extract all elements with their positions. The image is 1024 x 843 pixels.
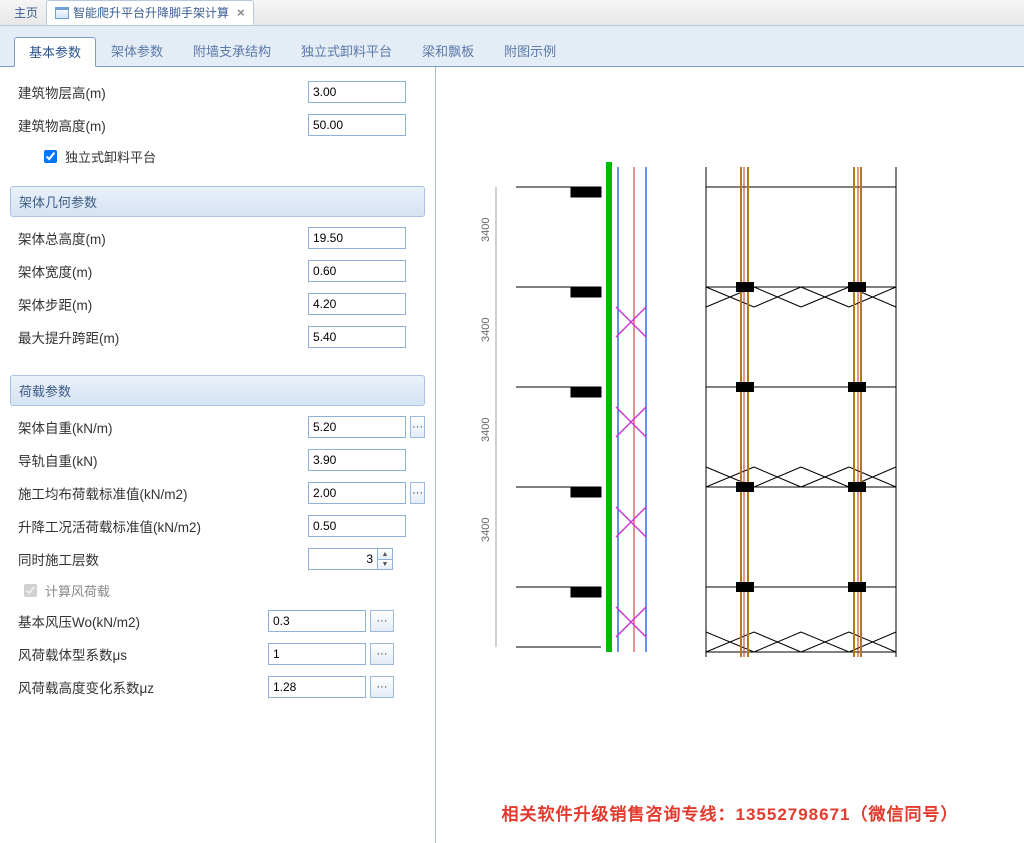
label-lift-live-load: 升降工况活荷载标准值(kN/m2) — [18, 516, 308, 536]
scaffold-diagram-icon: 3400 3400 3400 3400 — [456, 157, 916, 677]
input-lift-live-load[interactable] — [308, 515, 406, 537]
input-frame-self-weight[interactable] — [308, 416, 406, 438]
svg-text:3400: 3400 — [480, 518, 492, 542]
svg-text:3400: 3400 — [480, 318, 492, 342]
footer-note: 相关软件升级销售咨询专线：13552798671（微信同号） — [436, 800, 1024, 825]
label-calc-wind: 计算风荷载 — [45, 581, 110, 600]
label-basic-wind: 基本风压Wo(kN/m2) — [18, 611, 268, 631]
more-button-construct-load[interactable]: ··· — [410, 482, 425, 504]
tab-frame-params[interactable]: 架体参数 — [96, 36, 178, 66]
svg-text:3400: 3400 — [480, 218, 492, 242]
checkbox-calc-wind[interactable] — [24, 584, 37, 597]
tab-label: 智能爬升平台升降脚手架计算 — [73, 4, 229, 21]
more-button-height-coef[interactable]: ··· — [370, 676, 394, 698]
label-shape-coef: 风荷载体型系数μs — [18, 644, 268, 664]
window-icon — [55, 7, 69, 19]
group-load-header: 荷载参数 — [10, 375, 425, 406]
spinner-down-icon[interactable]: ▼ — [378, 559, 392, 569]
input-frame-step[interactable] — [308, 293, 406, 315]
more-button-frame-self-weight[interactable]: ··· — [410, 416, 425, 438]
label-frame-step: 架体步距(m) — [18, 294, 308, 314]
spinner-up-icon[interactable]: ▲ — [378, 549, 392, 559]
label-frame-width: 架体宽度(m) — [18, 261, 308, 281]
tab-indep-platform[interactable]: 独立式卸料平台 — [286, 36, 407, 66]
tab-active-document[interactable]: 智能爬升平台升降脚手架计算 × — [46, 0, 254, 25]
label-construct-load: 施工均布荷载标准值(kN/m2) — [18, 483, 308, 503]
svg-text:3400: 3400 — [480, 418, 492, 442]
label-building-floor-height: 建筑物层高(m) — [18, 82, 308, 102]
input-simul-floors[interactable] — [308, 548, 378, 570]
label-frame-self-weight: 架体自重(kN/m) — [18, 417, 308, 437]
preview-pane: 3400 3400 3400 3400 — [435, 67, 1024, 843]
section-tabs: 基本参数 架体参数 附墙支承结构 独立式卸料平台 梁和飘板 附图示例 — [14, 36, 1024, 66]
tab-home[interactable]: 主页 — [6, 0, 46, 25]
input-construct-load[interactable] — [308, 482, 406, 504]
tab-beam-slab[interactable]: 梁和飘板 — [407, 36, 489, 66]
more-button-basic-wind[interactable]: ··· — [370, 610, 394, 632]
more-button-shape-coef[interactable]: ··· — [370, 643, 394, 665]
input-basic-wind[interactable] — [268, 610, 366, 632]
tab-basic-params[interactable]: 基本参数 — [14, 37, 96, 67]
tab-wall-support[interactable]: 附墙支承结构 — [178, 36, 286, 66]
checkbox-indep-platform[interactable] — [44, 150, 57, 163]
input-frame-width[interactable] — [308, 260, 406, 282]
label-indep-platform: 独立式卸料平台 — [65, 147, 156, 166]
label-rail-self-weight: 导轨自重(kN) — [18, 450, 308, 470]
input-max-lift-span[interactable] — [308, 326, 406, 348]
input-height-coef[interactable] — [268, 676, 366, 698]
form-pane: 建筑物层高(m) 建筑物高度(m) 独立式卸料平台 架体几何参数 架体总高度(m… — [0, 67, 435, 843]
section-tabs-bar: 基本参数 架体参数 附墙支承结构 独立式卸料平台 梁和飘板 附图示例 — [0, 26, 1024, 67]
tab-diagram-example[interactable]: 附图示例 — [489, 36, 571, 66]
input-rail-self-weight[interactable] — [308, 449, 406, 471]
document-tabs: 主页 智能爬升平台升降脚手架计算 × — [0, 0, 1024, 26]
label-max-lift-span: 最大提升跨距(m) — [18, 327, 308, 347]
input-frame-total-height[interactable] — [308, 227, 406, 249]
label-simul-floors: 同时施工层数 — [18, 549, 308, 569]
label-building-height: 建筑物高度(m) — [18, 115, 308, 135]
input-shape-coef[interactable] — [268, 643, 366, 665]
input-building-height[interactable] — [308, 114, 406, 136]
input-building-floor-height[interactable] — [308, 81, 406, 103]
group-geometry-header: 架体几何参数 — [10, 186, 425, 217]
label-height-coef: 风荷载高度变化系数μz — [18, 677, 268, 697]
close-icon[interactable]: × — [237, 6, 245, 19]
label-frame-total-height: 架体总高度(m) — [18, 228, 308, 248]
